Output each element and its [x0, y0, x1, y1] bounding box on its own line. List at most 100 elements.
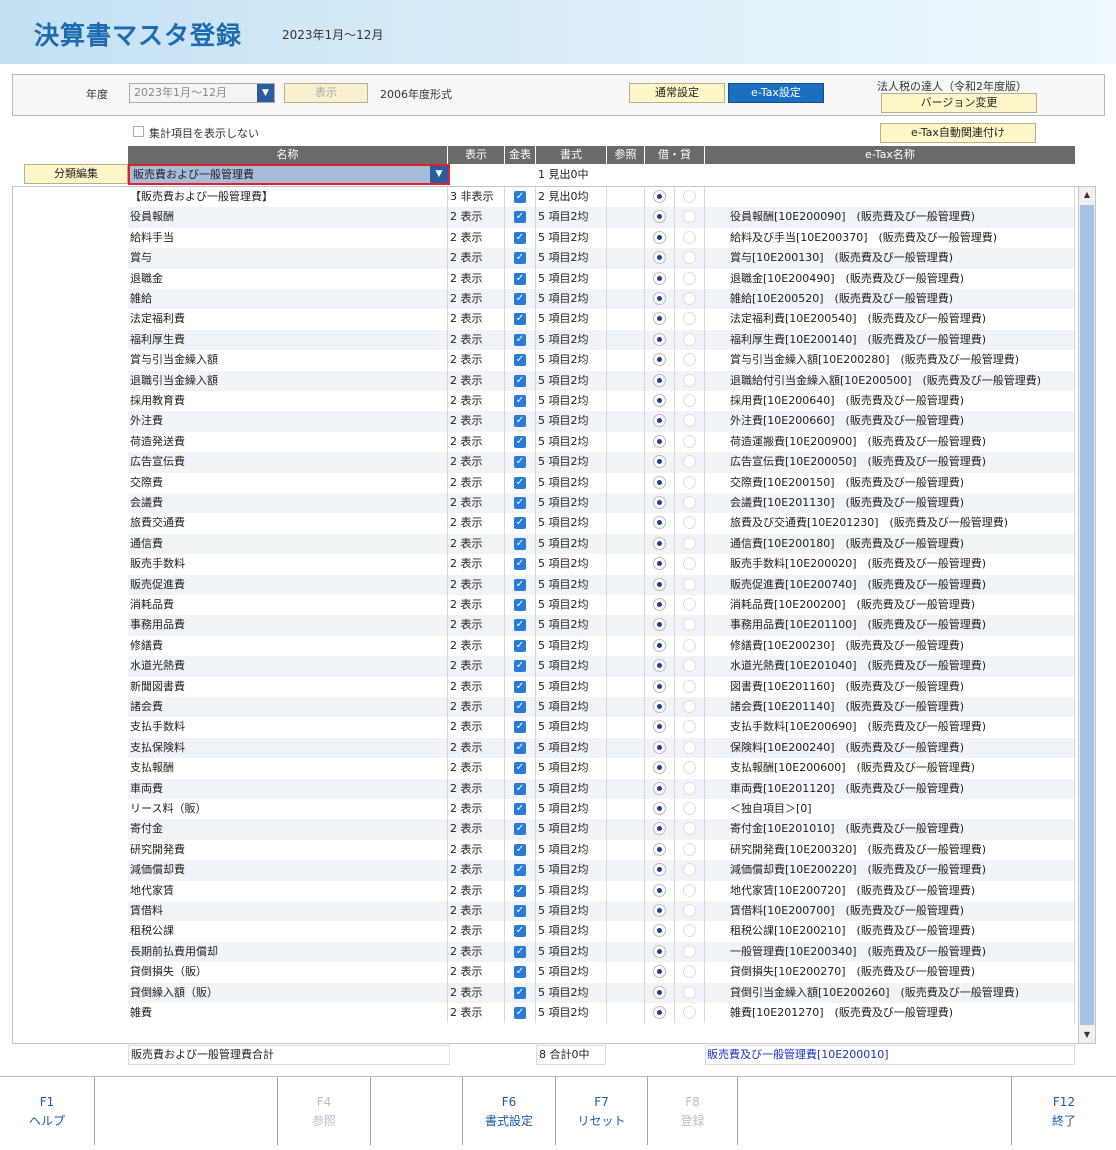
table-row[interactable]: 支払保険料 2 表示 ✓ 5 項目2均 保険料[10E200240] (販売費及び一般管… — [128, 737, 1075, 759]
checkbox-checked-icon[interactable]: ✓ — [514, 211, 526, 224]
row-name[interactable]: 地代家賃 — [128, 880, 448, 901]
row-amount-checkbox[interactable]: ✓ — [505, 717, 536, 738]
row-debit-radio[interactable] — [645, 778, 675, 799]
row-debit-radio[interactable] — [645, 676, 675, 697]
row-debit-radio[interactable] — [645, 207, 675, 228]
radio-selected-icon[interactable] — [653, 883, 666, 897]
radio-empty-icon[interactable] — [683, 944, 696, 958]
radio-empty-icon[interactable] — [683, 557, 696, 571]
row-name[interactable]: 諸会費 — [128, 697, 448, 718]
radio-selected-icon[interactable] — [653, 516, 666, 530]
checkbox-checked-icon[interactable]: ✓ — [514, 823, 526, 836]
radio-selected-icon[interactable] — [653, 802, 666, 815]
table-row[interactable]: 新聞図書費 2 表示 ✓ 5 項目2均 図書費[10E201160] (販売費及び一般管… — [128, 676, 1075, 697]
row-debit-radio[interactable] — [645, 656, 675, 677]
radio-empty-icon[interactable] — [683, 924, 696, 938]
radio-selected-icon[interactable] — [653, 1006, 666, 1019]
radio-selected-icon[interactable] — [653, 924, 666, 938]
row-debit-radio[interactable] — [645, 758, 675, 779]
row-debit-radio[interactable] — [645, 595, 675, 616]
row-debit-radio[interactable] — [645, 615, 675, 636]
row-name[interactable]: 新聞図書費 — [128, 676, 448, 697]
row-debit-radio[interactable] — [645, 370, 675, 391]
radio-empty-icon[interactable] — [683, 1006, 696, 1019]
row-amount-checkbox[interactable]: ✓ — [505, 880, 536, 901]
radio-selected-icon[interactable] — [653, 312, 666, 326]
row-debit-radio[interactable] — [645, 187, 675, 208]
table-row[interactable]: 寄付金 2 表示 ✓ 5 項目2均 寄付金[10E201010] (販売費及び一般管理費… — [128, 819, 1075, 840]
row-debit-radio[interactable] — [645, 309, 675, 330]
radio-empty-icon[interactable] — [683, 904, 696, 917]
row-amount-checkbox[interactable]: ✓ — [505, 676, 536, 697]
checkbox-checked-icon[interactable]: ✓ — [514, 782, 526, 795]
radio-selected-icon[interactable] — [653, 414, 666, 428]
row-credit-radio[interactable] — [675, 1003, 705, 1024]
checkbox-checked-icon[interactable]: ✓ — [514, 660, 526, 673]
table-row[interactable]: 広告宣伝費 2 表示 ✓ 5 項目2均 広告宣伝費[10E200050] (販売費及び一… — [128, 452, 1075, 473]
row-credit-radio[interactable] — [675, 289, 705, 310]
row-name[interactable]: 給料手当 — [128, 227, 448, 249]
row-name[interactable]: 旅費交通費 — [128, 513, 448, 534]
radio-selected-icon[interactable] — [653, 577, 666, 591]
radio-empty-icon[interactable] — [683, 679, 696, 693]
show-button[interactable]: 表示 — [284, 83, 368, 103]
table-row[interactable]: 地代家賃 2 表示 ✓ 5 項目2均 地代家賃[10E200720] (販売費及び一般管… — [128, 880, 1075, 901]
row-name[interactable]: 支払保険料 — [128, 737, 448, 759]
table-row[interactable]: 賞与引当金繰入額 2 表示 ✓ 5 項目2均 賞与引当金繰入額[10E200280] (… — [128, 350, 1075, 371]
radio-empty-icon[interactable] — [683, 251, 696, 265]
checkbox-checked-icon[interactable]: ✓ — [514, 252, 526, 265]
radio-empty-icon[interactable] — [683, 394, 696, 407]
row-credit-radio[interactable] — [675, 431, 705, 453]
row-amount-checkbox[interactable]: ✓ — [505, 901, 536, 922]
row-name[interactable]: 雑給 — [128, 289, 448, 310]
row-amount-checkbox[interactable]: ✓ — [505, 941, 536, 963]
row-credit-radio[interactable] — [675, 921, 705, 942]
row-name[interactable]: 貸倒繰入額（販） — [128, 982, 448, 1003]
checkbox-checked-icon[interactable]: ✓ — [514, 517, 526, 530]
checkbox-checked-icon[interactable]: ✓ — [514, 986, 526, 999]
table-row[interactable]: 旅費交通費 2 表示 ✓ 5 項目2均 旅費及び交通費[10E201230] (販売費及… — [128, 513, 1075, 534]
table-row[interactable]: 販売手数料 2 表示 ✓ 5 項目2均 販売手数料[10E200020] (販売費及び一… — [128, 554, 1075, 575]
row-name[interactable]: 賞与引当金繰入額 — [128, 350, 448, 371]
row-debit-radio[interactable] — [645, 533, 675, 555]
checkbox-checked-icon[interactable]: ✓ — [514, 395, 526, 407]
row-name[interactable]: 寄付金 — [128, 819, 448, 840]
radio-empty-icon[interactable] — [683, 720, 696, 734]
row-debit-radio[interactable] — [645, 350, 675, 371]
row-debit-radio[interactable] — [645, 860, 675, 881]
row-name[interactable]: 車両費 — [128, 778, 448, 799]
table-row[interactable]: リース料（販） 2 表示 ✓ 5 項目2均 ＜独自項目＞[0] — [128, 799, 1075, 820]
vertical-scrollbar[interactable]: ▲ ▼ — [1078, 186, 1096, 1044]
row-amount-checkbox[interactable]: ✓ — [505, 860, 536, 881]
radio-empty-icon[interactable] — [683, 312, 696, 326]
row-credit-radio[interactable] — [675, 860, 705, 881]
checkbox-checked-icon[interactable]: ✓ — [514, 966, 526, 979]
row-name[interactable]: 賞与 — [128, 248, 448, 269]
row-name[interactable]: 外注費 — [128, 411, 448, 432]
checkbox-checked-icon[interactable]: ✓ — [514, 721, 526, 734]
row-name[interactable]: リース料（販） — [128, 799, 448, 820]
row-name[interactable]: 通信費 — [128, 533, 448, 555]
radio-empty-icon[interactable] — [683, 598, 696, 611]
radio-empty-icon[interactable] — [683, 842, 696, 856]
fkey-f12[interactable]: F12 終了 — [1012, 1077, 1116, 1145]
normal-settings-button[interactable]: 通常設定 — [629, 83, 725, 103]
row-name[interactable]: 販売促進費 — [128, 574, 448, 595]
radio-selected-icon[interactable] — [653, 251, 666, 265]
scroll-thumb[interactable] — [1080, 205, 1094, 1025]
row-name[interactable]: 支払報酬 — [128, 758, 448, 779]
radio-empty-icon[interactable] — [683, 536, 696, 550]
row-debit-radio[interactable] — [645, 391, 675, 412]
year-select[interactable]: 2023年1月～12月 ▼ — [129, 83, 275, 103]
row-credit-radio[interactable] — [675, 819, 705, 840]
checkbox-checked-icon[interactable]: ✓ — [514, 415, 526, 428]
radio-selected-icon[interactable] — [653, 985, 666, 999]
checkbox-checked-icon[interactable]: ✓ — [514, 741, 526, 754]
radio-empty-icon[interactable] — [683, 863, 696, 877]
table-row[interactable]: 雑給 2 表示 ✓ 5 項目2均 雑給[10E200520] (販売費及び一般管理費) — [128, 289, 1075, 310]
radio-selected-icon[interactable] — [653, 353, 666, 367]
row-debit-radio[interactable] — [645, 799, 675, 820]
radio-empty-icon[interactable] — [683, 822, 696, 836]
radio-empty-icon[interactable] — [683, 761, 696, 775]
radio-selected-icon[interactable] — [653, 822, 666, 836]
